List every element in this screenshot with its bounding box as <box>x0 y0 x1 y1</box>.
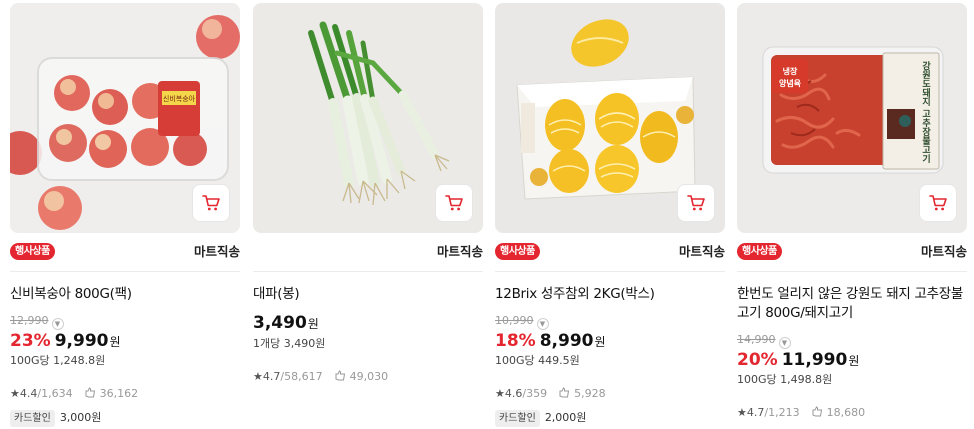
price-row: 23% 9,990원 <box>10 330 121 353</box>
delivery-label: 마트직송 <box>436 244 483 259</box>
discount-rate: 18% <box>495 331 536 351</box>
sale-price: 3,490 <box>253 313 307 333</box>
event-badge: 행사상품 <box>10 243 55 260</box>
card-discount-amount: 3,000원 <box>59 411 102 424</box>
review-count: /58,617 <box>280 370 323 383</box>
currency: 원 <box>848 354 860 368</box>
product-name[interactable]: 신비복숭아 800G(팩) <box>10 285 240 304</box>
peach-package-label: 신비복숭아 <box>163 94 196 103</box>
payment-row: 카드할인 2,000원 <box>495 409 586 427</box>
sale-price: 8,990 <box>539 331 594 351</box>
review-count: /1,213 <box>764 406 800 419</box>
divider <box>253 271 483 272</box>
product-name[interactable]: 한번도 얼리지 않은 강원도 돼지 고추장불고기 800G/돼지고기 <box>737 285 967 323</box>
sale-price: 9,990 <box>54 331 109 351</box>
product-name[interactable]: 12Brix 성주참외 2KG(박스) <box>495 285 725 304</box>
star-icon: ★ <box>737 406 747 419</box>
unit-price: 100G당 1,498.8원 <box>737 373 833 386</box>
delivery-label: 마트직송 <box>920 244 967 259</box>
product-card[interactable]: 신비복숭아 행사상품 마트직송 신비복숭아 800G(팩) 12,990 ▼ 23… <box>10 3 240 429</box>
badge-row: 행사상품 마트직송 <box>495 242 725 262</box>
delivery-label: 마트직송 <box>193 244 240 259</box>
product-card[interactable]: 행사상품 마트직송 12Brix 성주참외 2KG(박스) 10,990 ▼ 18… <box>495 3 725 429</box>
price-row: 20% 11,990원 <box>737 349 859 372</box>
add-to-cart-button[interactable] <box>919 184 957 222</box>
sale-price: 11,990 <box>781 350 848 370</box>
cart-icon <box>929 195 947 211</box>
price-row: 18% 8,990원 <box>495 330 606 353</box>
card-discount-badge: 카드할인 <box>10 410 55 427</box>
product-grid: 신비복숭아 행사상품 마트직송 신비복숭아 800G(팩) 12,990 ▼ 23… <box>10 3 970 429</box>
add-to-cart-button[interactable] <box>435 184 473 222</box>
product-card[interactable]: 마트직송 대파(봉) 3,490원 1개당 3,490원 ★4.7/58,617… <box>253 3 483 429</box>
purchase-count-icon <box>335 370 345 381</box>
currency: 원 <box>594 335 606 349</box>
divider <box>10 271 240 272</box>
chevron-down-icon[interactable]: ▼ <box>778 337 791 349</box>
pork-package-title: 강원도돼지 고추장불고기 <box>920 60 930 164</box>
rating: 4.7 <box>262 370 281 383</box>
cart-icon <box>445 195 463 211</box>
payment-row: 카드할인 3,000원 <box>10 409 101 427</box>
original-price: 12,990 <box>10 314 49 327</box>
divider <box>495 271 725 272</box>
purchase-count-icon <box>85 387 95 398</box>
review-count: /1,634 <box>37 387 73 400</box>
original-price-row: 14,990 ▼ <box>737 333 791 349</box>
add-to-cart-button[interactable] <box>192 184 230 222</box>
original-price: 14,990 <box>737 333 776 346</box>
original-price-row: 10,990 ▼ <box>495 314 549 330</box>
rating: 4.4 <box>19 387 38 400</box>
delivery-label: 마트직송 <box>678 244 725 259</box>
event-badge: 행사상품 <box>737 243 782 260</box>
currency: 원 <box>109 335 121 349</box>
unit-price: 1개당 3,490원 <box>253 337 326 350</box>
badge-row: 행사상품 마트직송 <box>737 242 967 262</box>
rating: 4.7 <box>746 406 765 419</box>
discount-rate: 23% <box>10 331 51 351</box>
star-icon: ★ <box>495 387 505 400</box>
card-discount-amount: 2,000원 <box>544 411 587 424</box>
original-price: 10,990 <box>495 314 534 327</box>
original-price-row: 12,990 ▼ <box>10 314 64 330</box>
badge-row: 마트직송 <box>253 242 483 262</box>
pork-label-2: 양념육 <box>779 78 802 88</box>
rating: 4.6 <box>504 387 523 400</box>
review-row: ★4.6/359 5,928 <box>495 387 606 401</box>
review-row: ★4.7/58,617 49,030 <box>253 370 388 384</box>
purchase-count: 18,680 <box>826 406 866 419</box>
product-name[interactable]: 대파(봉) <box>253 285 483 304</box>
purchase-count-icon <box>559 387 570 398</box>
chevron-down-icon[interactable]: ▼ <box>536 318 549 330</box>
card-discount-badge: 카드할인 <box>495 410 540 427</box>
add-to-cart-button[interactable] <box>677 184 715 222</box>
divider <box>737 271 967 272</box>
star-icon: ★ <box>10 387 20 400</box>
pork-label-1: 냉장 <box>783 66 798 76</box>
badge-row: 행사상품 마트직송 <box>10 242 240 262</box>
chevron-down-icon[interactable]: ▼ <box>51 318 64 330</box>
review-count: /359 <box>522 387 548 400</box>
purchase-count: 5,928 <box>574 387 606 400</box>
cart-icon <box>687 195 705 211</box>
review-row: ★4.4/1,634 36,162 <box>10 387 138 401</box>
purchase-count: 49,030 <box>349 370 389 383</box>
unit-price: 100G당 1,248.8원 <box>10 354 106 367</box>
discount-rate: 20% <box>737 350 778 370</box>
unit-price: 100G당 449.5원 <box>495 354 580 367</box>
star-icon: ★ <box>253 370 263 383</box>
purchase-count-icon <box>812 406 822 417</box>
product-card[interactable]: 냉장 양념육 강원도돼지 고추장불고기 행사상품 마트직송 한번도 얼리지 않은… <box>737 3 967 429</box>
event-badge: 행사상품 <box>495 243 540 260</box>
currency: 원 <box>307 317 319 331</box>
cart-icon <box>202 195 220 211</box>
purchase-count: 36,162 <box>99 387 139 400</box>
price-row: 3,490원 <box>253 312 319 335</box>
review-row: ★4.7/1,213 18,680 <box>737 406 865 420</box>
